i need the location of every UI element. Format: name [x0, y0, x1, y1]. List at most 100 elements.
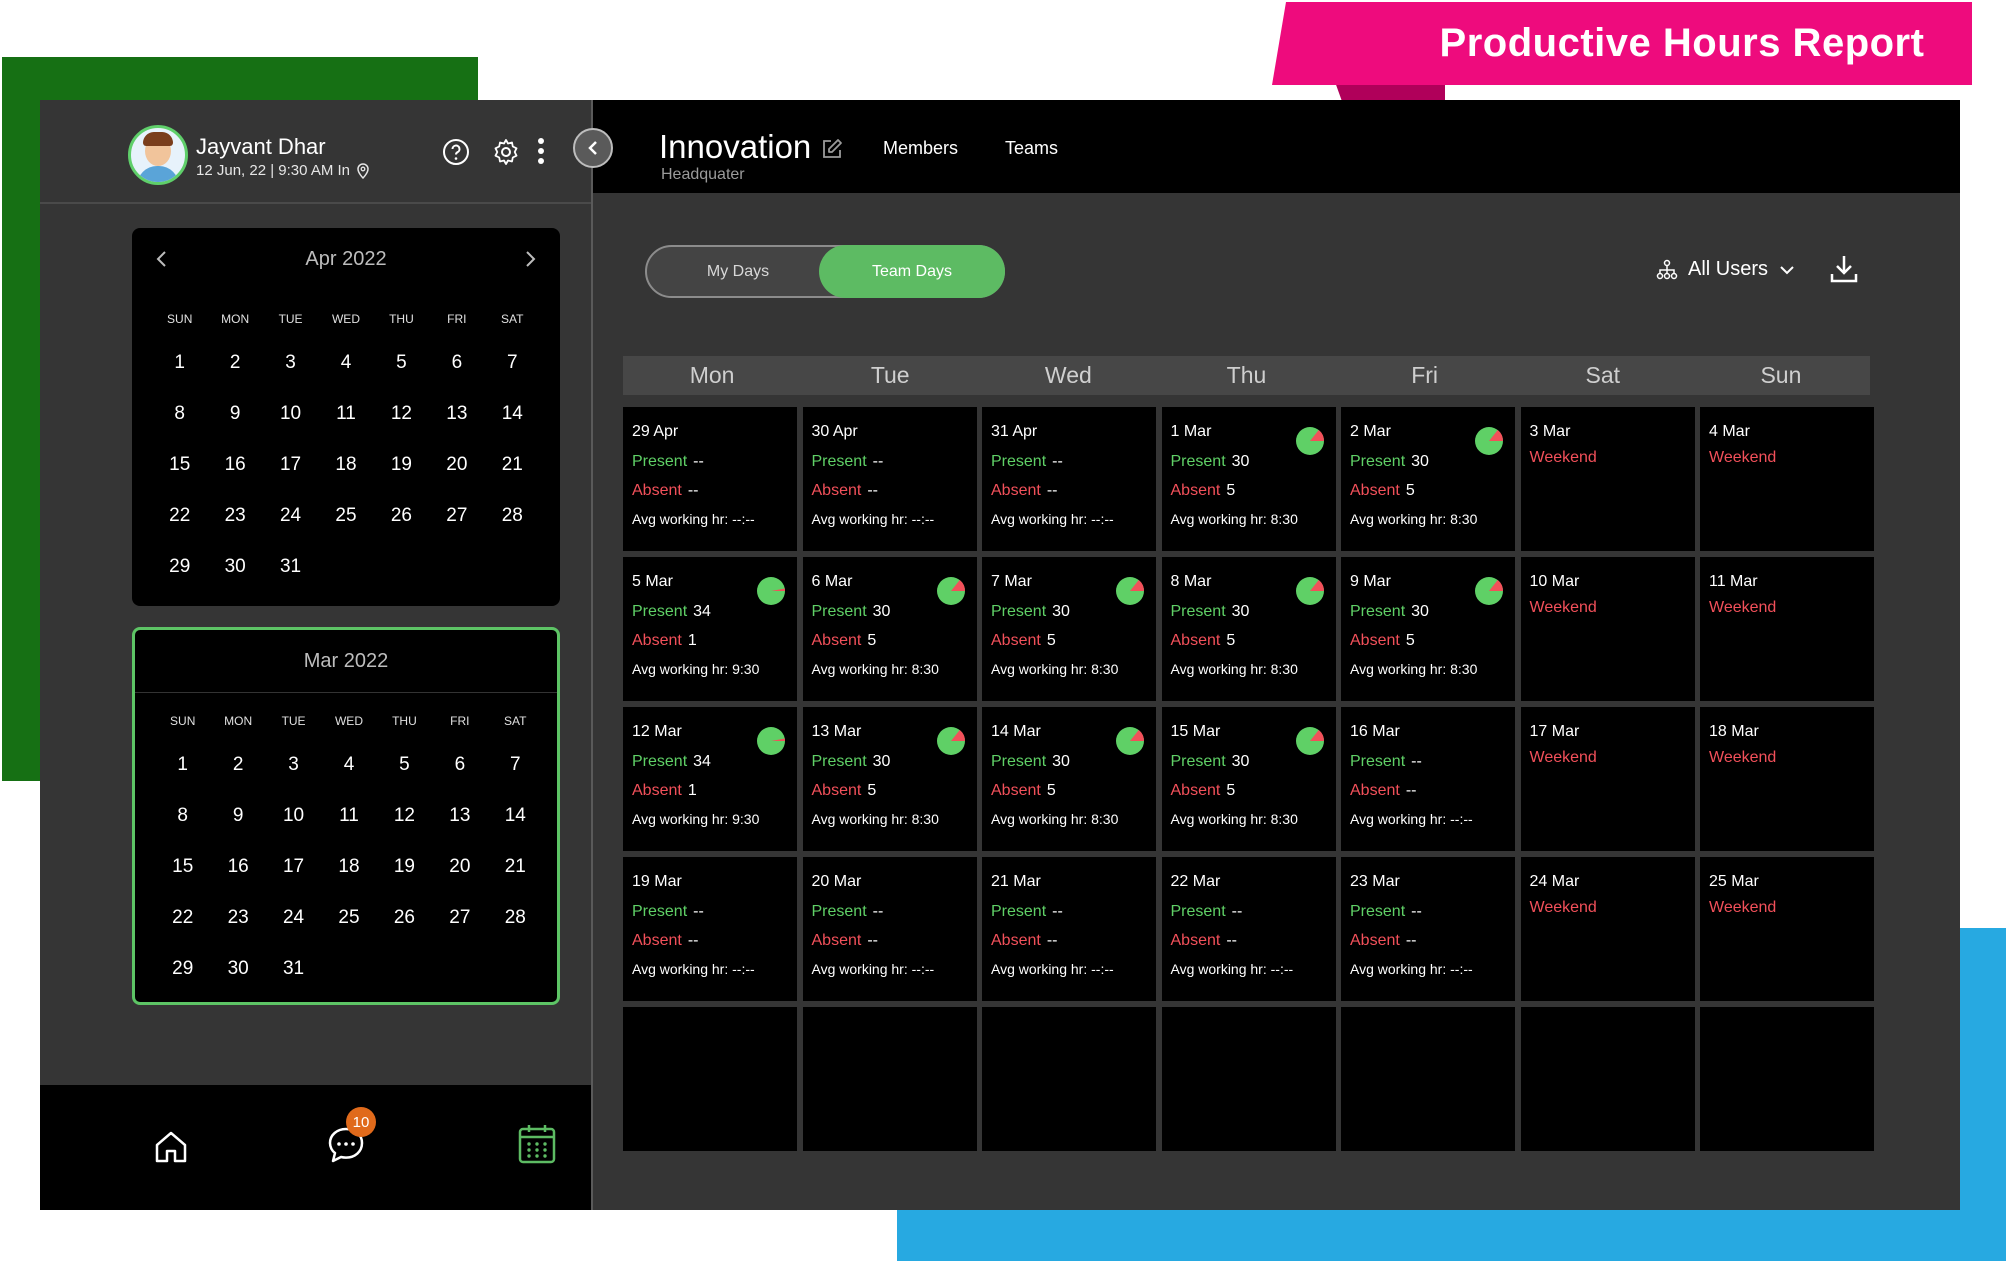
tab-members[interactable]: Members: [883, 138, 958, 159]
calendar-day[interactable]: 18: [321, 856, 376, 907]
calendar-day[interactable]: 9: [210, 805, 265, 856]
calendar-day[interactable]: 31: [263, 556, 318, 607]
day-cell[interactable]: 8 Mar Present 30 Absent 5 Avg working hr: 8:3…: [1161, 557, 1336, 701]
day-cell[interactable]: 18 Mar Weekend: [1700, 707, 1874, 851]
calendar-day[interactable]: 26: [377, 907, 432, 958]
avatar[interactable]: [128, 125, 188, 185]
calendar-day[interactable]: 24: [263, 505, 318, 556]
calendar-day[interactable]: 21: [485, 454, 540, 505]
day-cell[interactable]: 10 Mar Weekend: [1520, 557, 1695, 701]
calendar-day[interactable]: 28: [488, 907, 543, 958]
calendar-day[interactable]: 3: [263, 352, 318, 403]
day-cell[interactable]: 29 Apr Present -- Absent -- Avg working hr: -…: [623, 407, 797, 551]
calendar-day[interactable]: 9: [207, 403, 262, 454]
calendar-day[interactable]: 7: [485, 352, 540, 403]
calendar-day[interactable]: 30: [207, 556, 262, 607]
calendar-day[interactable]: 27: [429, 505, 484, 556]
calendar-day[interactable]: 12: [374, 403, 429, 454]
calendar-day[interactable]: 4: [321, 754, 376, 805]
users-filter-dropdown[interactable]: All Users: [1656, 258, 1796, 281]
calendar-day[interactable]: 1: [152, 352, 207, 403]
day-cell[interactable]: 6 Mar Present 30 Absent 5 Avg working hr: 8:3…: [802, 557, 977, 701]
calendar-day[interactable]: 14: [488, 805, 543, 856]
chevron-left-icon[interactable]: [152, 248, 172, 270]
calendar-day[interactable]: 23: [207, 505, 262, 556]
help-icon[interactable]: [442, 138, 470, 166]
day-cell[interactable]: 11 Mar Weekend: [1700, 557, 1874, 701]
day-cell[interactable]: 5 Mar Present 34 Absent 1 Avg working hr: 9:3…: [623, 557, 797, 701]
calendar-day[interactable]: 11: [318, 403, 373, 454]
day-cell[interactable]: 25 Mar Weekend: [1700, 857, 1874, 1001]
calendar-day[interactable]: 29: [152, 556, 207, 607]
calendar-day[interactable]: 2: [207, 352, 262, 403]
calendar-day[interactable]: 3: [266, 754, 321, 805]
day-cell[interactable]: 31 Apr Present -- Absent -- Avg working hr: -…: [982, 407, 1156, 551]
calendar-day[interactable]: 20: [429, 454, 484, 505]
calendar-day[interactable]: 27: [432, 907, 487, 958]
calendar-day[interactable]: 16: [207, 454, 262, 505]
calendar-day[interactable]: 4: [318, 352, 373, 403]
collapse-sidebar-button[interactable]: [573, 128, 613, 168]
calendar-day[interactable]: 8: [155, 805, 210, 856]
calendar-day[interactable]: 15: [152, 454, 207, 505]
calendar-day[interactable]: 17: [263, 454, 318, 505]
day-cell[interactable]: 4 Mar Weekend: [1700, 407, 1874, 551]
calendar-day[interactable]: 1: [155, 754, 210, 805]
gear-icon[interactable]: [492, 138, 520, 166]
day-cell[interactable]: 7 Mar Present 30 Absent 5 Avg working hr: 8:3…: [982, 557, 1156, 701]
day-cell[interactable]: 3 Mar Weekend: [1520, 407, 1695, 551]
calendar-day[interactable]: 23: [210, 907, 265, 958]
calendar-day[interactable]: 10: [263, 403, 318, 454]
calendar-day[interactable]: 22: [155, 907, 210, 958]
calendar-day[interactable]: 14: [485, 403, 540, 454]
day-cell[interactable]: 22 Mar Present -- Absent -- Avg working hr: -…: [1161, 857, 1336, 1001]
calendar-day[interactable]: 22: [152, 505, 207, 556]
calendar-day[interactable]: 25: [318, 505, 373, 556]
calendar-day[interactable]: 28: [485, 505, 540, 556]
calendar-day[interactable]: 6: [432, 754, 487, 805]
day-cell[interactable]: 17 Mar Weekend: [1520, 707, 1695, 851]
calendar-day[interactable]: 26: [374, 505, 429, 556]
day-cell[interactable]: 13 Mar Present 30 Absent 5 Avg working hr: 8:…: [802, 707, 977, 851]
day-cell[interactable]: 20 Mar Present -- Absent -- Avg working hr: -…: [802, 857, 977, 1001]
calendar-day[interactable]: 11: [321, 805, 376, 856]
download-icon[interactable]: [1828, 253, 1860, 285]
calendar-day[interactable]: 19: [374, 454, 429, 505]
calendar-day[interactable]: 17: [266, 856, 321, 907]
calendar-day[interactable]: 25: [321, 907, 376, 958]
calendar-day[interactable]: 8: [152, 403, 207, 454]
edit-icon[interactable]: [821, 138, 843, 160]
day-cell[interactable]: 24 Mar Weekend: [1520, 857, 1695, 1001]
calendar-day[interactable]: 13: [429, 403, 484, 454]
day-cell[interactable]: 14 Mar Present 30 Absent 5 Avg working hr: 8:…: [982, 707, 1156, 851]
more-options-icon[interactable]: [536, 136, 546, 166]
day-cell[interactable]: 2 Mar Present 30 Absent 5 Avg working hr: 8:3…: [1341, 407, 1515, 551]
calendar-day[interactable]: 6: [429, 352, 484, 403]
day-cell[interactable]: 30 Apr Present -- Absent -- Avg working hr: -…: [802, 407, 977, 551]
day-cell[interactable]: 12 Mar Present 34 Absent 1 Avg working hr: 9:…: [623, 707, 797, 851]
day-cell[interactable]: 23 Mar Present -- Absent -- Avg working hr: -…: [1341, 857, 1515, 1001]
tab-teams[interactable]: Teams: [1005, 138, 1058, 159]
home-icon[interactable]: [152, 1128, 190, 1166]
calendar-day[interactable]: 13: [432, 805, 487, 856]
calendar-day[interactable]: 5: [374, 352, 429, 403]
calendar-day[interactable]: 20: [432, 856, 487, 907]
day-cell[interactable]: 15 Mar Present 30 Absent 5 Avg working hr: 8:…: [1161, 707, 1336, 851]
day-cell[interactable]: 1 Mar Present 30 Absent 5 Avg working hr: 8:3…: [1161, 407, 1336, 551]
day-cell[interactable]: 9 Mar Present 30 Absent 5 Avg working hr: 8:3…: [1341, 557, 1515, 701]
calendar-day[interactable]: 12: [377, 805, 432, 856]
calendar-day[interactable]: 30: [210, 958, 265, 1009]
calendar-day[interactable]: 29: [155, 958, 210, 1009]
calendar-day[interactable]: 10: [266, 805, 321, 856]
calendar-icon[interactable]: [517, 1123, 557, 1165]
calendar-day[interactable]: 16: [210, 856, 265, 907]
day-cell[interactable]: 16 Mar Present -- Absent -- Avg working hr: -…: [1341, 707, 1515, 851]
calendar-day[interactable]: 2: [210, 754, 265, 805]
calendar-day[interactable]: 18: [318, 454, 373, 505]
calendar-day[interactable]: 21: [488, 856, 543, 907]
calendar-day[interactable]: 15: [155, 856, 210, 907]
chevron-right-icon[interactable]: [520, 248, 540, 270]
calendar-day[interactable]: 24: [266, 907, 321, 958]
my-days-option[interactable]: My Days: [647, 247, 829, 296]
calendar-day[interactable]: 31: [266, 958, 321, 1009]
